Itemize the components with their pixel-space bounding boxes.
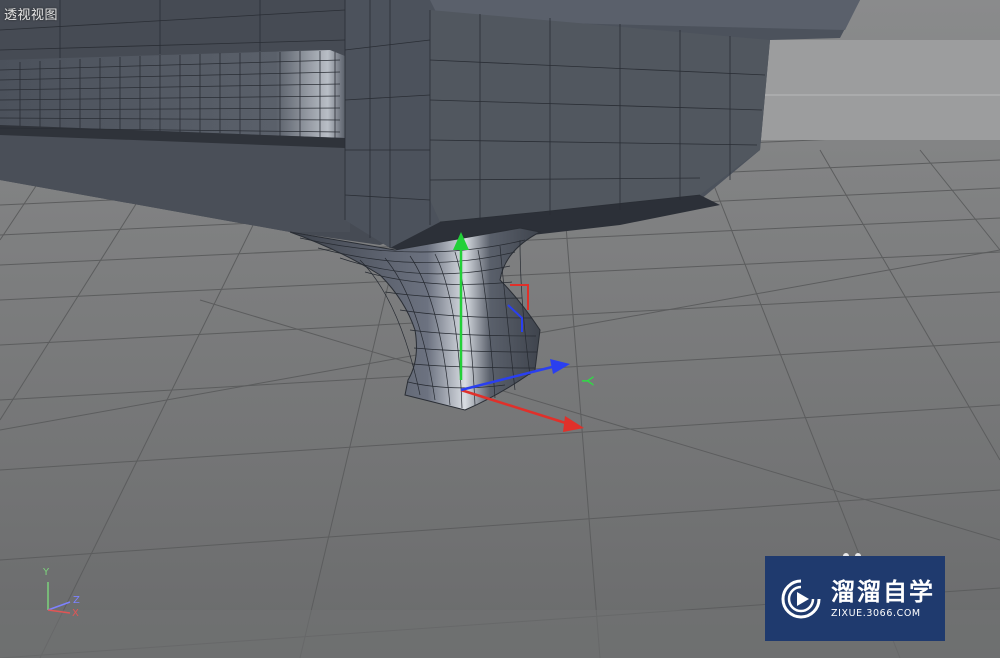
play-logo-icon bbox=[781, 579, 821, 618]
axis-label-z: Z bbox=[73, 595, 80, 606]
axis-label-y: Y bbox=[43, 567, 50, 578]
viewport-title: 透视视图 bbox=[4, 8, 59, 23]
perspective-viewport[interactable]: Y 透视视图 Y Z X 溜溜自学 ZIXUE.3066.COM bbox=[0, 0, 1000, 658]
world-axis-indicator: Y Z X bbox=[36, 566, 86, 622]
watermark-url: ZIXUE.3066.COM bbox=[831, 608, 921, 619]
gizmo-axis-label: Y bbox=[578, 375, 597, 386]
axis-label-x: X bbox=[72, 608, 79, 619]
background-wall bbox=[760, 40, 1000, 140]
watermark-name: 溜溜自学 bbox=[831, 578, 935, 606]
watermark-logo: 溜溜自学 ZIXUE.3066.COM bbox=[765, 556, 945, 641]
